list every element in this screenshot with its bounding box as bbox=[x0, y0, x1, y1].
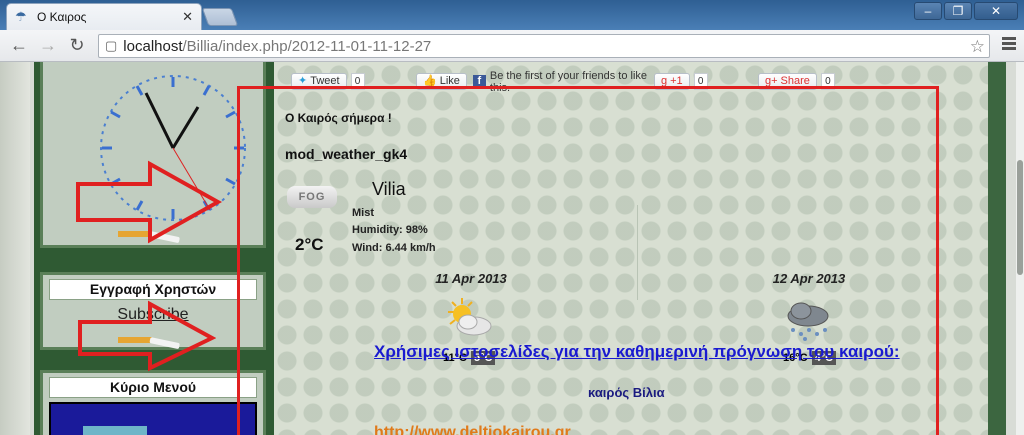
bookmark-star-icon[interactable]: ☆ bbox=[970, 37, 985, 57]
browser-tab[interactable]: ☂ Ο Καιρος ✕ bbox=[6, 3, 202, 30]
right-border bbox=[988, 62, 1006, 435]
reload-icon[interactable]: ↻ bbox=[66, 35, 88, 56]
register-title: Εγγραφή Χρηστών bbox=[49, 279, 257, 300]
back-icon[interactable]: ← bbox=[8, 35, 30, 56]
scrollbar-thumb[interactable] bbox=[1017, 160, 1023, 275]
new-tab-button[interactable] bbox=[201, 8, 239, 26]
url-text: localhost/Billia/index.php/2012-11-01-11… bbox=[123, 37, 432, 55]
main-menu-module: Κύριο Μενού bbox=[40, 370, 266, 435]
annotation-box bbox=[237, 86, 939, 435]
favicon-icon: ☂ bbox=[15, 9, 27, 24]
annotation-arrow-2 bbox=[78, 300, 216, 372]
browser-toolbar: ← → ↻ ▢ localhost/Billia/index.php/2012-… bbox=[0, 30, 1024, 62]
forward-icon[interactable]: → bbox=[37, 35, 59, 56]
page-icon: ▢ bbox=[105, 38, 118, 53]
menu-panel bbox=[49, 402, 257, 435]
background-decoration bbox=[0, 62, 30, 435]
window-titlebar: ☂ Ο Καιρος ✕ – ❐ ✕ bbox=[0, 0, 1024, 30]
tab-title: Ο Καιρος bbox=[37, 10, 87, 24]
close-window-button[interactable]: ✕ bbox=[974, 2, 1018, 20]
annotation-arrow-1 bbox=[76, 160, 222, 244]
tab-close-icon[interactable]: ✕ bbox=[182, 9, 193, 25]
menu-icon[interactable] bbox=[1002, 37, 1016, 52]
window-controls: – ❐ ✕ bbox=[914, 2, 1018, 20]
minimize-button[interactable]: – bbox=[914, 2, 942, 20]
maximize-button[interactable]: ❐ bbox=[944, 2, 972, 20]
menu-item[interactable] bbox=[83, 426, 147, 435]
main-menu-title: Κύριο Μενού bbox=[49, 377, 257, 398]
address-bar[interactable]: ▢ localhost/Billia/index.php/2012-11-01-… bbox=[98, 34, 990, 58]
